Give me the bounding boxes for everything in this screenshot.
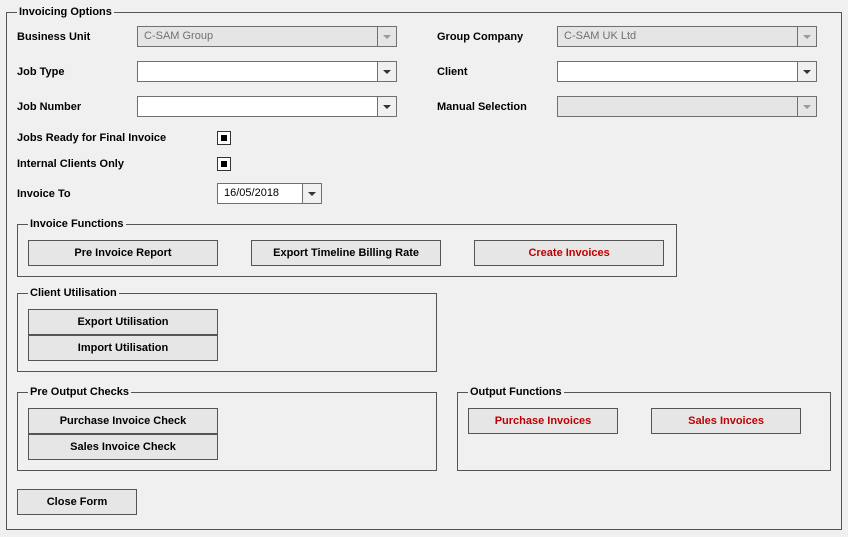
job-number-combo[interactable]	[137, 96, 397, 117]
invoice-functions-legend: Invoice Functions	[28, 218, 126, 230]
close-form-button[interactable]: Close Form	[17, 489, 137, 515]
client-utilisation-group: Client Utilisation Export Utilisation Im…	[17, 287, 437, 372]
invoice-functions-group: Invoice Functions Pre Invoice Report Exp…	[17, 218, 677, 277]
pre-invoice-report-button[interactable]: Pre Invoice Report	[28, 240, 218, 266]
checkbox-mark-icon	[221, 135, 227, 141]
purchase-invoices-button[interactable]: Purchase Invoices	[468, 408, 618, 434]
business-unit-dropdown-button	[377, 26, 397, 47]
group-company-label: Group Company	[437, 31, 557, 43]
output-functions-legend: Output Functions	[468, 386, 564, 398]
business-unit-combo: C-SAM Group	[137, 26, 397, 47]
invoicing-options-legend: Invoicing Options	[17, 6, 114, 18]
output-functions-group: Output Functions Purchase Invoices Sales…	[457, 386, 831, 471]
client-utilisation-legend: Client Utilisation	[28, 287, 119, 299]
jobs-ready-label: Jobs Ready for Final Invoice	[17, 132, 217, 144]
job-number-label: Job Number	[17, 101, 137, 113]
manual-selection-label: Manual Selection	[437, 101, 557, 113]
chevron-down-icon	[803, 35, 811, 39]
client-value[interactable]	[557, 61, 797, 82]
sales-invoices-button[interactable]: Sales Invoices	[651, 408, 801, 434]
chevron-down-icon	[803, 105, 811, 109]
business-unit-label: Business Unit	[17, 31, 137, 43]
client-combo[interactable]	[557, 61, 817, 82]
client-dropdown-button[interactable]	[797, 61, 817, 82]
client-label: Client	[437, 66, 557, 78]
jobs-ready-checkbox[interactable]	[217, 131, 231, 145]
invoice-to-label: Invoice To	[17, 188, 217, 200]
manual-selection-dropdown-button	[797, 96, 817, 117]
invoice-to-dropdown-button[interactable]	[302, 183, 322, 204]
internal-clients-checkbox[interactable]	[217, 157, 231, 171]
job-number-dropdown-button[interactable]	[377, 96, 397, 117]
import-utilisation-button[interactable]: Import Utilisation	[28, 335, 218, 361]
manual-selection-value	[557, 96, 797, 117]
job-type-dropdown-button[interactable]	[377, 61, 397, 82]
export-utilisation-button[interactable]: Export Utilisation	[28, 309, 218, 335]
business-unit-value: C-SAM Group	[137, 26, 377, 47]
pre-output-legend: Pre Output Checks	[28, 386, 131, 398]
job-type-combo[interactable]	[137, 61, 397, 82]
chevron-down-icon	[383, 105, 391, 109]
group-company-value: C-SAM UK Ltd	[557, 26, 797, 47]
invoice-to-date[interactable]: 16/05/2018	[217, 183, 322, 204]
manual-selection-combo	[557, 96, 817, 117]
export-timeline-button[interactable]: Export Timeline Billing Rate	[251, 240, 441, 266]
create-invoices-button[interactable]: Create Invoices	[474, 240, 664, 266]
purchase-invoice-check-button[interactable]: Purchase Invoice Check	[28, 408, 218, 434]
chevron-down-icon	[383, 70, 391, 74]
job-type-label: Job Type	[17, 66, 137, 78]
chevron-down-icon	[383, 35, 391, 39]
internal-clients-label: Internal Clients Only	[17, 158, 217, 170]
sales-invoice-check-button[interactable]: Sales Invoice Check	[28, 434, 218, 460]
invoicing-options-group: Invoicing Options Business Unit C-SAM Gr…	[6, 6, 842, 530]
pre-output-checks-group: Pre Output Checks Purchase Invoice Check…	[17, 386, 437, 471]
chevron-down-icon	[803, 70, 811, 74]
invoice-to-value[interactable]: 16/05/2018	[217, 183, 302, 204]
job-type-value[interactable]	[137, 61, 377, 82]
chevron-down-icon	[308, 192, 316, 196]
checkbox-mark-icon	[221, 161, 227, 167]
group-company-combo: C-SAM UK Ltd	[557, 26, 817, 47]
job-number-value[interactable]	[137, 96, 377, 117]
group-company-dropdown-button	[797, 26, 817, 47]
